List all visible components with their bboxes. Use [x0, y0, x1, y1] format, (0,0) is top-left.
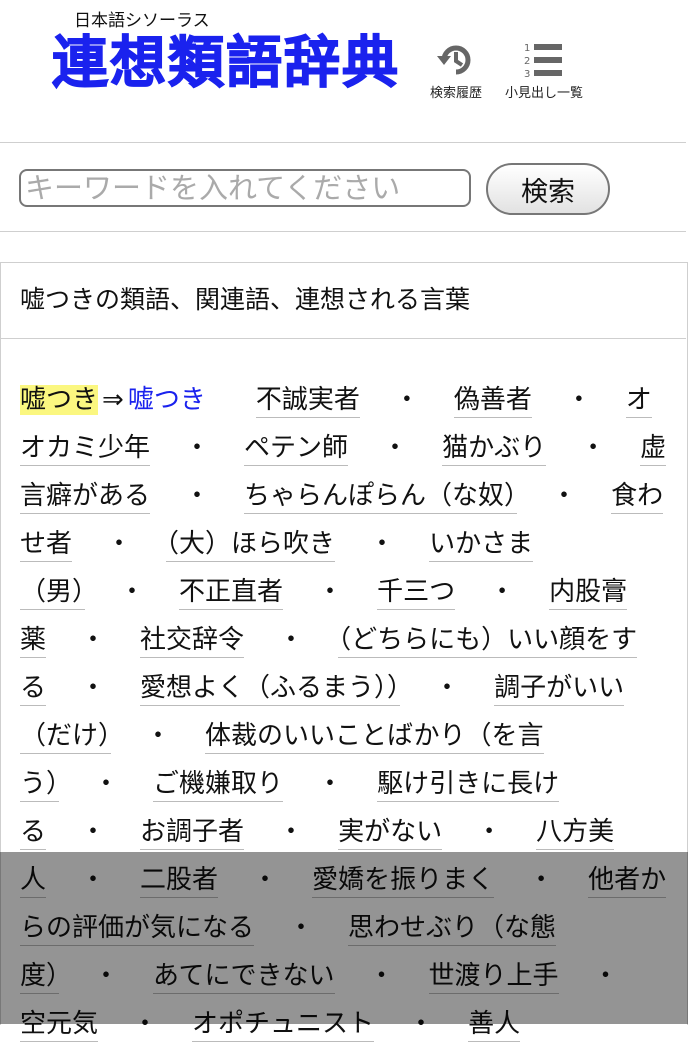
search-button[interactable]: 検索 [486, 163, 610, 215]
head-word-link[interactable]: 嘘つき [128, 385, 206, 415]
word-separator: ・ [592, 961, 619, 991]
list-digit-2: 2 [524, 56, 530, 67]
word-separator: ・ [184, 433, 211, 463]
related-word-link[interactable]: 愛嬌を振りまく [312, 865, 495, 898]
search-panel: 検索 [0, 142, 686, 232]
related-word-link[interactable]: 不正直者 [179, 577, 284, 610]
related-word-link[interactable]: あてにできない [153, 961, 335, 994]
list-digit-3: 3 [524, 69, 530, 80]
word-separator: ・ [434, 673, 461, 703]
related-word-link[interactable]: 社交辞令 [140, 625, 245, 658]
history-icon [437, 45, 471, 75]
word-separator: ・ [93, 961, 120, 991]
outline-list-label: 小見出し一覧 [504, 86, 583, 101]
search-history-button[interactable]: 検索履歴 [426, 40, 486, 101]
word-separator: ・ [317, 577, 344, 607]
word-separator: ・ [119, 577, 146, 607]
word-separator: ・ [252, 865, 279, 895]
word-separator: ・ [393, 385, 420, 415]
related-word-link[interactable]: 偽善者 [453, 385, 532, 418]
word-separator: ・ [368, 961, 395, 991]
related-word-link[interactable]: ペテン師 [244, 433, 349, 466]
related-word-link[interactable]: お調子者 [140, 817, 245, 850]
related-word-link[interactable]: オポチュニスト [192, 1009, 375, 1042]
list-digit-1: 1 [524, 43, 530, 54]
related-word-link[interactable]: 善人 [468, 1009, 521, 1042]
word-separator: ・ [145, 721, 172, 751]
related-word-link[interactable]: （大）ほら吹き [166, 529, 336, 562]
related-word-link[interactable]: 空元気 [20, 1009, 99, 1042]
word-separator: ・ [408, 1009, 435, 1039]
related-word-link[interactable]: 不誠実者 [255, 385, 360, 418]
word-separator: ・ [278, 817, 305, 847]
arrow-icon: ⇒ [102, 385, 124, 415]
word-separator: ・ [106, 529, 133, 559]
word-separator: ・ [551, 481, 578, 511]
related-word-link[interactable]: 世渡り上手 [428, 961, 559, 994]
word-separator: ・ [278, 625, 305, 655]
word-separator: ・ [80, 817, 107, 847]
word-separator: ・ [528, 865, 555, 895]
result-title: 嘘つきの類語、関連語、連想される言葉 [20, 285, 471, 314]
word-separator: ・ [80, 673, 107, 703]
word-separator: ・ [80, 865, 107, 895]
word-separator: ・ [132, 1009, 159, 1039]
word-separator: ・ [369, 529, 396, 559]
word-separator: ・ [288, 913, 315, 943]
word-separator: ・ [580, 433, 607, 463]
word-separator: ・ [565, 385, 592, 415]
outline-list-button[interactable]: 1 2 3 小見出し一覧 [498, 40, 590, 101]
word-separator: ・ [93, 769, 120, 799]
related-word-link[interactable]: ご機嫌取り [153, 769, 284, 802]
related-word-link[interactable]: 猫かぶり [442, 433, 547, 466]
related-word-link[interactable]: 二股者 [140, 865, 219, 898]
related-word-list: 嘘つき ⇒ 嘘つき 不誠実者・偽善者・オオカミ少年・ペテン師・猫かぶり・虚言癖がある・… [20, 376, 668, 1048]
site-header: 日本語シソーラス 連想類語辞典 検索履歴 1 2 3 小見出し一覧 [0, 0, 688, 128]
word-separator: ・ [317, 769, 344, 799]
related-word-link[interactable]: 千三つ [377, 577, 456, 610]
related-word-link[interactable]: 実がない [338, 817, 443, 850]
title-divider [0, 338, 686, 339]
word-separator: ・ [184, 481, 211, 511]
head-word: 嘘つき [20, 385, 99, 415]
search-input[interactable] [19, 169, 471, 207]
word-separator: ・ [476, 817, 503, 847]
related-word-link[interactable]: ちゃらんぽらん（な奴） [244, 481, 518, 514]
related-word-link[interactable]: 愛想よく（ふるまう）） [140, 673, 401, 706]
word-separator: ・ [382, 433, 409, 463]
search-history-label: 検索履歴 [429, 86, 482, 101]
word-separator: ・ [489, 577, 516, 607]
numbered-list-icon: 1 2 3 [524, 43, 562, 80]
site-logo[interactable]: 連想類語辞典 [51, 28, 400, 100]
word-items: 不誠実者・偽善者・オオカミ少年・ペテン師・猫かぶり・虚言癖がある・ちゃらんぽらん… [20, 385, 667, 1042]
word-separator: ・ [80, 625, 107, 655]
